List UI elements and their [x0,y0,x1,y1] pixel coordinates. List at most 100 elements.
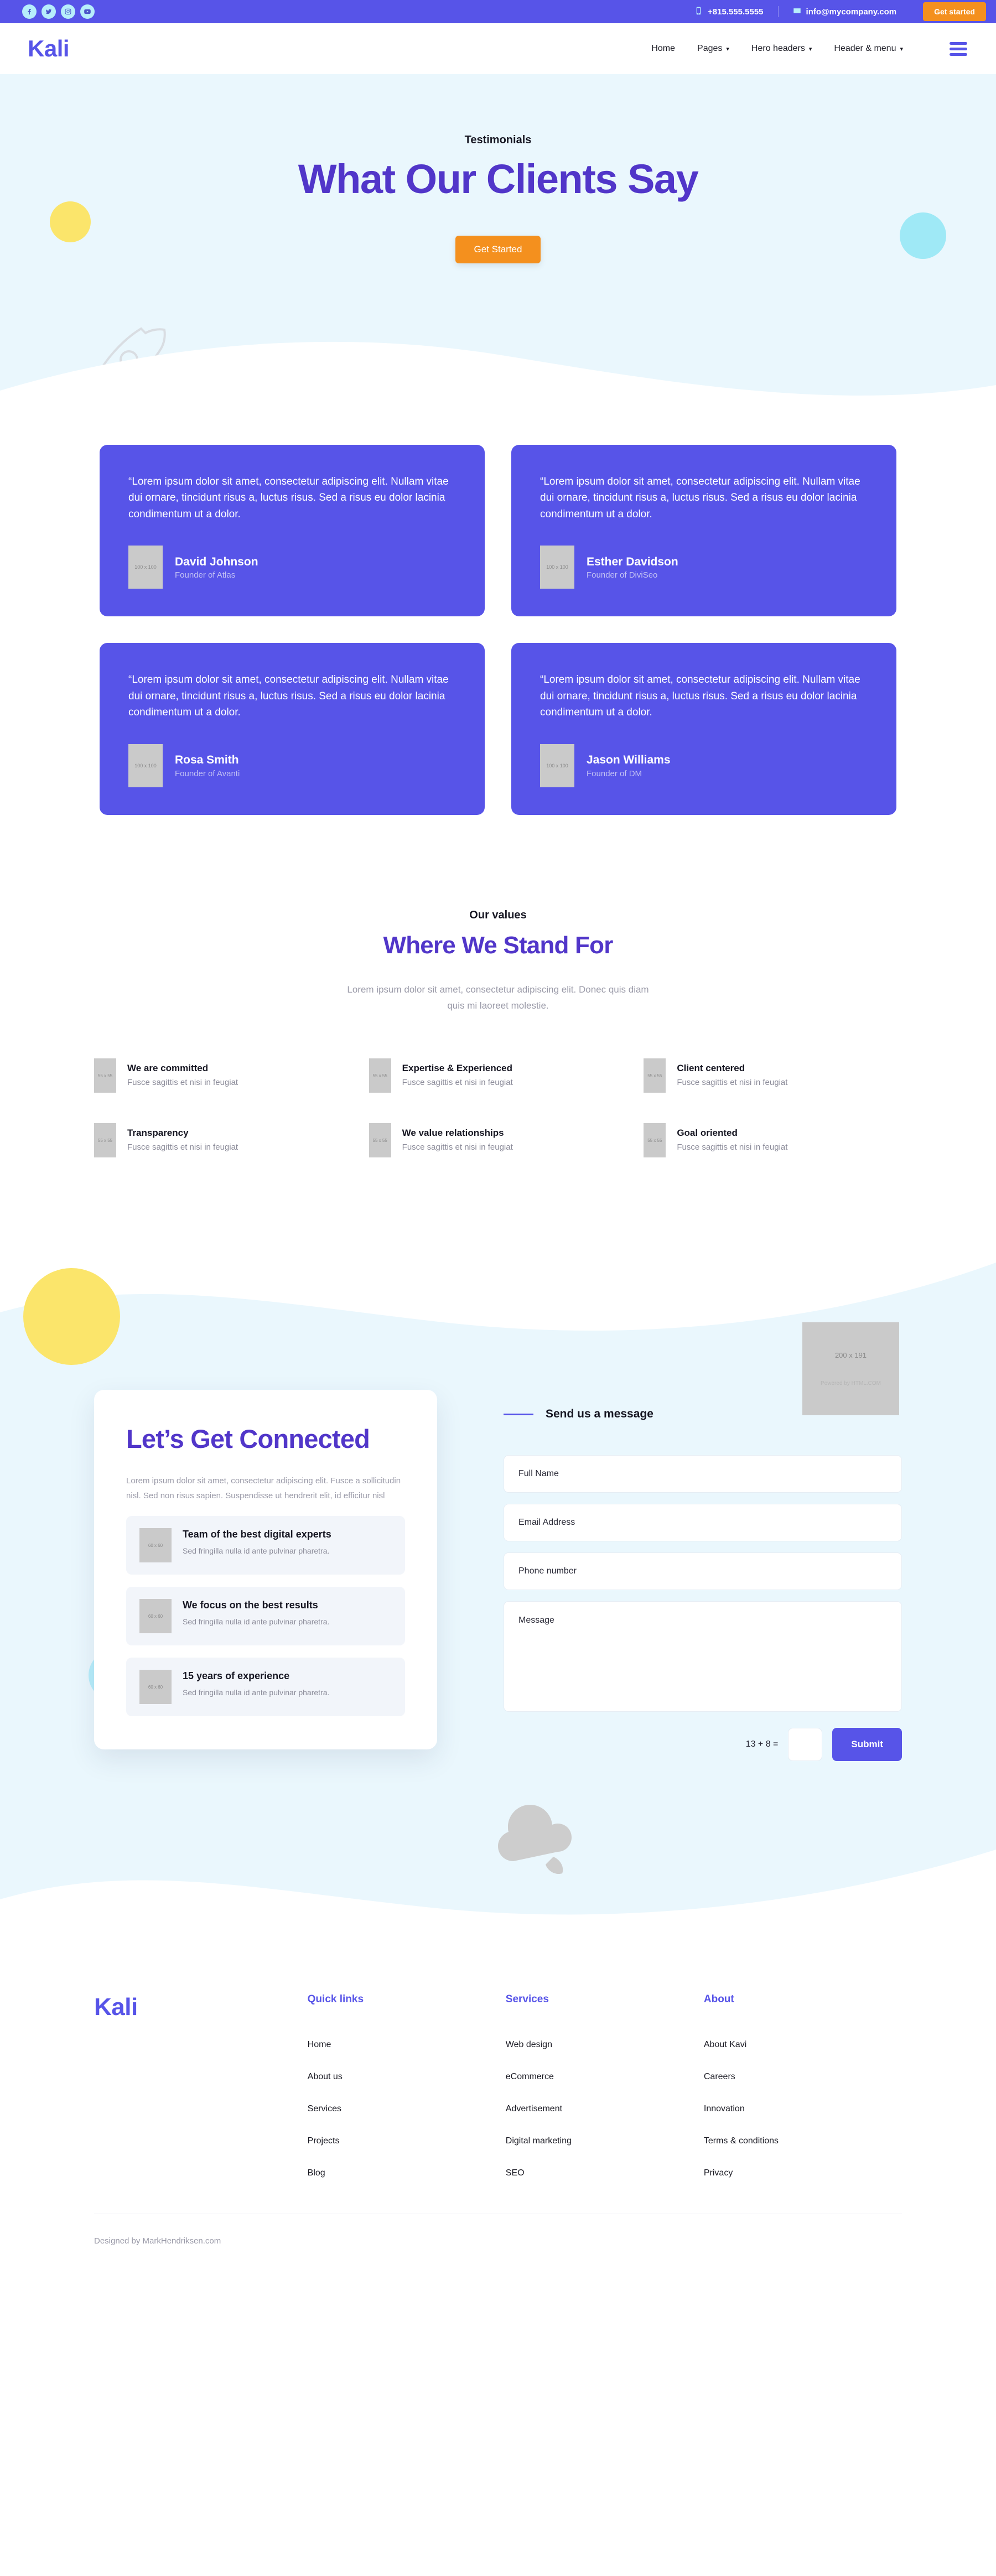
feature-icon-placeholder: 60 x 60 [139,1599,172,1634]
footer-link[interactable]: eCommerce [506,2072,704,2082]
twitter-icon[interactable] [42,4,56,19]
footer-link[interactable]: About Kavi [704,2040,902,2050]
footer-link[interactable]: Blog [308,2168,506,2178]
footer-logo[interactable]: Kali [94,1993,308,2021]
hero-section: Testimonials What Our Clients Say Get St… [0,74,996,423]
footer: Kali Quick links Home About us Services … [0,1944,996,2201]
feature-icon-placeholder: 60 x 60 [139,1528,172,1563]
value-item: 55 x 55 We are committed Fusce sagittis … [94,1058,352,1093]
values-subtitle: Lorem ipsum dolor sit amet, consectetur … [347,984,649,1011]
footer-column-services: Services Web design eCommerce Advertisem… [506,1993,704,2200]
feature-title: 15 years of experience [183,1670,290,1682]
footer-link[interactable]: Projects [308,2136,506,2146]
footer-link[interactable]: SEO [506,2168,704,2178]
hero-eyebrow: Testimonials [464,134,532,146]
nav-label-hero-headers: Hero headers [751,44,805,53]
form-heading: Send us a message [546,1408,653,1421]
captcha-input[interactable] [788,1728,823,1762]
nav-label-pages: Pages [697,44,723,53]
hamburger-menu-icon[interactable] [950,41,967,56]
footer-link[interactable]: Advertisement [506,2104,704,2114]
footer-link[interactable]: Careers [704,2072,902,2082]
testimonial-quote: “Lorem ipsum dolor sit amet, consectetur… [128,476,449,520]
email-address-input[interactable] [504,1504,902,1542]
testimonial-card: “Lorem ipsum dolor sit amet, consectetur… [100,643,485,815]
testimonial-role: Founder of Atlas [175,570,236,580]
nav-item-hero-headers[interactable]: Hero headers ▾ [751,44,812,54]
get-started-topbar-button[interactable]: Get started [923,2,986,21]
connect-title: Let’s Get Connected [126,1424,370,1454]
chevron-down-icon: ▾ [900,45,903,53]
placeholder-size-label: 200 x 191 [834,1351,867,1360]
value-description: Fusce sagittis et nisi in feugiat [402,1142,513,1152]
footer-link[interactable]: Services [308,2104,506,2114]
footer-link[interactable]: Innovation [704,2104,902,2114]
value-title: We are committed [127,1063,209,1074]
facebook-icon[interactable] [22,4,37,19]
phone-icon [694,7,703,17]
heading-dash-icon [504,1413,533,1415]
value-item: 55 x 55 Transparency Fusce sagittis et n… [94,1123,352,1158]
youtube-icon[interactable] [80,4,95,19]
footer-link[interactable]: About us [308,2072,506,2082]
nav-label-header-menu: Header & menu [834,44,896,53]
avatar-placeholder: 100 x 100 [540,744,574,787]
footer-link[interactable]: Privacy [704,2168,902,2178]
get-connected-card: Let’s Get Connected Lorem ipsum dolor si… [94,1390,437,1750]
phone-contact[interactable]: +815.555.5555 [680,7,778,17]
feature-item: 60 x 60 Team of the best digital experts… [126,1516,405,1575]
value-description: Fusce sagittis et nisi in feugiat [677,1078,788,1088]
testimonial-quote: “Lorem ipsum dolor sit amet, consectetur… [128,674,449,719]
hero-get-started-button[interactable]: Get Started [455,236,541,264]
value-icon-placeholder: 55 x 55 [94,1123,116,1158]
testimonial-name: David Johnson [175,555,258,569]
footer-column-quick-links: Quick links Home About us Services Proje… [308,1993,506,2200]
full-name-input[interactable] [504,1455,902,1493]
nav-item-pages[interactable]: Pages ▾ [697,44,729,54]
top-utility-bar: +815.555.5555 info@mycompany.com Get sta… [0,0,996,23]
values-grid: 55 x 55 We are committed Fusce sagittis … [94,1058,902,1158]
contact-section: 200 x 191 Powered by HTML.COM Let’s Get … [0,1240,996,1944]
nav-links: Home Pages ▾ Hero headers ▾ Header & men… [651,41,967,56]
chevron-down-icon: ▾ [808,45,812,53]
testimonial-author: 100 x 100 Jason Williams Founder of DM [540,744,868,787]
footer-link[interactable]: Digital marketing [506,2136,704,2146]
testimonial-name: Rosa Smith [175,754,239,767]
email-address-text: info@mycompany.com [806,7,897,17]
footer-link[interactable]: Terms & conditions [704,2136,902,2146]
email-contact[interactable]: info@mycompany.com [779,7,911,17]
submit-button[interactable]: Submit [832,1728,902,1762]
instagram-icon[interactable] [61,4,75,19]
form-submit-row: 13 + 8 = Submit [504,1728,902,1762]
value-description: Fusce sagittis et nisi in feugiat [402,1078,513,1088]
testimonial-author: 100 x 100 Esther Davidson Founder of Div… [540,546,868,589]
message-textarea[interactable] [504,1601,902,1712]
footer-heading: Quick links [307,1993,364,2006]
chevron-down-icon: ▾ [726,45,729,53]
phone-number-input[interactable] [504,1552,902,1591]
feature-icon-placeholder: 60 x 60 [139,1670,172,1705]
footer-link[interactable]: Home [308,2040,506,2050]
value-item: 55 x 55 Goal oriented Fusce sagittis et … [644,1123,902,1158]
value-item: 55 x 55 Expertise & Experienced Fusce sa… [369,1058,627,1093]
nav-item-header-menu[interactable]: Header & menu ▾ [834,44,903,54]
testimonial-card: “Lorem ipsum dolor sit amet, consectetur… [100,445,485,617]
testimonial-card: “Lorem ipsum dolor sit amet, consectetur… [511,445,896,617]
values-title: Where We Stand For [383,931,613,959]
social-links [22,4,95,19]
footer-link[interactable]: Web design [506,2040,704,2050]
brand-logo[interactable]: Kali [28,35,70,62]
value-item: 55 x 55 We value relationships Fusce sag… [369,1123,627,1158]
testimonial-author: 100 x 100 Rosa Smith Founder of Avanti [128,744,456,787]
nav-item-home[interactable]: Home [651,44,675,54]
testimonial-author: 100 x 100 David Johnson Founder of Atlas [128,546,456,589]
feature-title: Team of the best digital experts [183,1529,331,1540]
testimonial-role: Founder of DM [587,768,642,778]
value-title: Expertise & Experienced [402,1063,513,1074]
value-title: We value relationships [402,1128,504,1139]
hero-title: What Our Clients Say [298,156,699,202]
value-icon-placeholder: 55 x 55 [369,1058,391,1093]
design-credit: Designed by MarkHendriksen.com [94,2236,221,2246]
feature-description: Sed fringilla nulla id ante pulvinar pha… [183,1546,330,1555]
testimonial-card: “Lorem ipsum dolor sit amet, consectetur… [511,643,896,815]
